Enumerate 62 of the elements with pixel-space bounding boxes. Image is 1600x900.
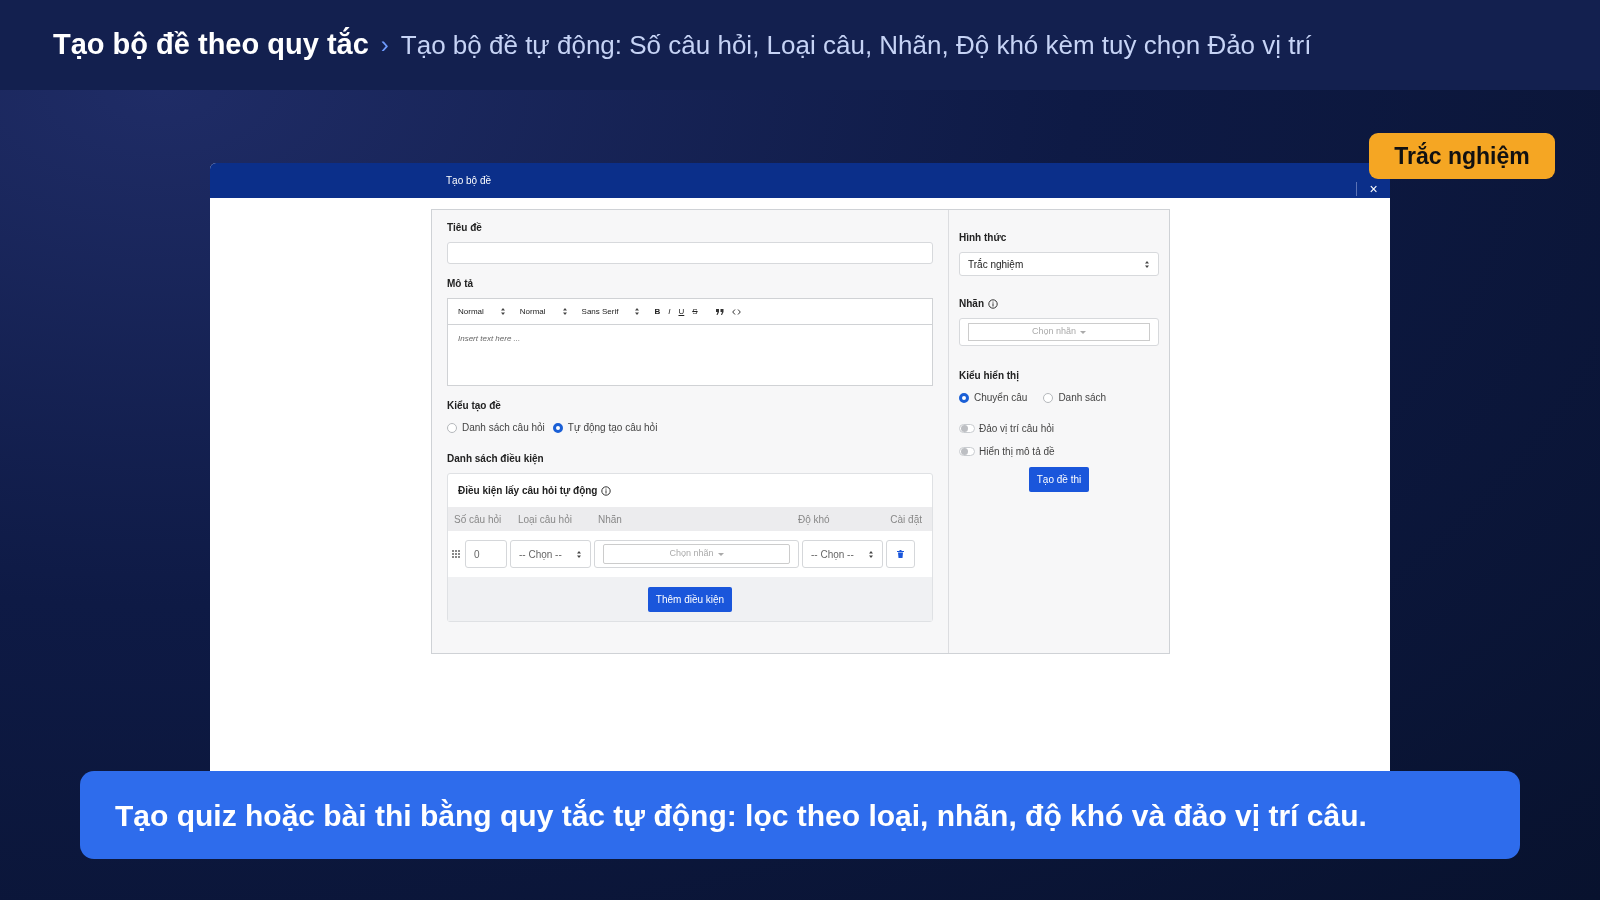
column-header: Cài đặt: [889, 512, 922, 527]
field-label: Tiêu đề: [447, 221, 483, 235]
underline-button[interactable]: U: [678, 305, 685, 318]
close-button[interactable]: ×: [1356, 182, 1390, 196]
question-type-select[interactable]: -- Chọn --: [510, 540, 591, 568]
toggle-label: Hiển thị mô tả đề: [979, 445, 1055, 459]
sort-icon: [634, 307, 641, 316]
column-header: Nhãn: [597, 512, 623, 527]
strikethrough-button[interactable]: S: [692, 305, 698, 318]
sort-icon: [499, 307, 506, 316]
code-icon[interactable]: [731, 308, 741, 315]
radio-label: Chuyển câu: [974, 391, 1028, 405]
toggle-switch[interactable]: [959, 424, 975, 433]
card-title: Điều kiện lấy câu hỏi tự động: [458, 484, 598, 498]
page-title: Tạo bộ đề theo quy tắc: [53, 26, 369, 63]
radio-button[interactable]: [959, 392, 969, 403]
sort-icon: [561, 307, 568, 316]
format-dropdown[interactable]: Sans Serif: [581, 305, 641, 318]
difficulty-select[interactable]: -- Chọn --: [802, 540, 883, 568]
field-label: Nhãn: [959, 297, 984, 311]
field-label: Mô tả: [447, 277, 475, 291]
delete-button[interactable]: [886, 540, 915, 568]
dialog-title: Tạo bộ đề: [446, 174, 492, 188]
caret-icon: [1080, 330, 1086, 334]
format-dropdown[interactable]: Normal: [519, 305, 568, 318]
page-subtitle: Tạo bộ đề tự động: Số câu hỏi, Loại câu, Nhãn, Độ khó kèm tuỳ chọn Đảo vị trí: [400, 28, 1312, 62]
field-label: Kiểu hiển thị: [959, 369, 1020, 383]
field-label: Kiểu tạo đề: [447, 399, 502, 413]
italic-button[interactable]: I: [668, 305, 671, 318]
radio-button[interactable]: [552, 422, 563, 433]
caption-banner: Tạo quiz hoặc bài thi bằng quy tắc tự động: lọc theo loại, nhãn, độ khó và đảo vị trí câu.: [80, 771, 1520, 859]
radio-label: Tự động tạo câu hỏi: [567, 421, 658, 435]
radio-button[interactable]: [1043, 392, 1054, 403]
info-icon: [601, 485, 612, 496]
radio-label: Danh sách: [1058, 391, 1107, 405]
format-dropdown[interactable]: Normal: [458, 305, 506, 318]
sort-icon: [576, 549, 582, 559]
radio-button[interactable]: [447, 422, 457, 433]
title-input-field[interactable]: [447, 242, 933, 264]
format-select[interactable]: Trắc nghiệm: [959, 252, 1159, 276]
field-label: Hình thức: [959, 231, 1008, 245]
editor-text-field[interactable]: Insert text here ...: [448, 325, 932, 385]
quiz-type-badge: Trắc nghiệm: [1369, 133, 1555, 179]
number-input-field[interactable]: 0: [465, 540, 507, 568]
trash-icon: [897, 550, 904, 558]
toggle-switch[interactable]: [959, 447, 975, 456]
sort-icon: [868, 549, 874, 559]
quote-icon[interactable]: [715, 308, 724, 315]
toggle-label: Đảo vị trí câu hỏi: [979, 422, 1055, 436]
breadcrumb-separator: ›: [380, 30, 389, 60]
drag-handle-icon[interactable]: [452, 550, 462, 558]
caret-icon: [717, 552, 724, 556]
info-icon: [988, 298, 998, 309]
column-header: Độ khó: [797, 512, 831, 527]
column-header: Số câu hỏi: [453, 512, 503, 527]
bold-button[interactable]: B: [654, 305, 661, 318]
column-header: Loại câu hỏi: [517, 512, 573, 527]
field-label: Danh sách điều kiện: [447, 452, 545, 466]
create-exam-button[interactable]: Tạo đề thi: [1028, 467, 1090, 492]
radio-label: Danh sách câu hỏi: [462, 421, 545, 435]
sort-icon: [1144, 259, 1150, 269]
add-condition-button[interactable]: Thêm điều kiện: [647, 586, 733, 612]
